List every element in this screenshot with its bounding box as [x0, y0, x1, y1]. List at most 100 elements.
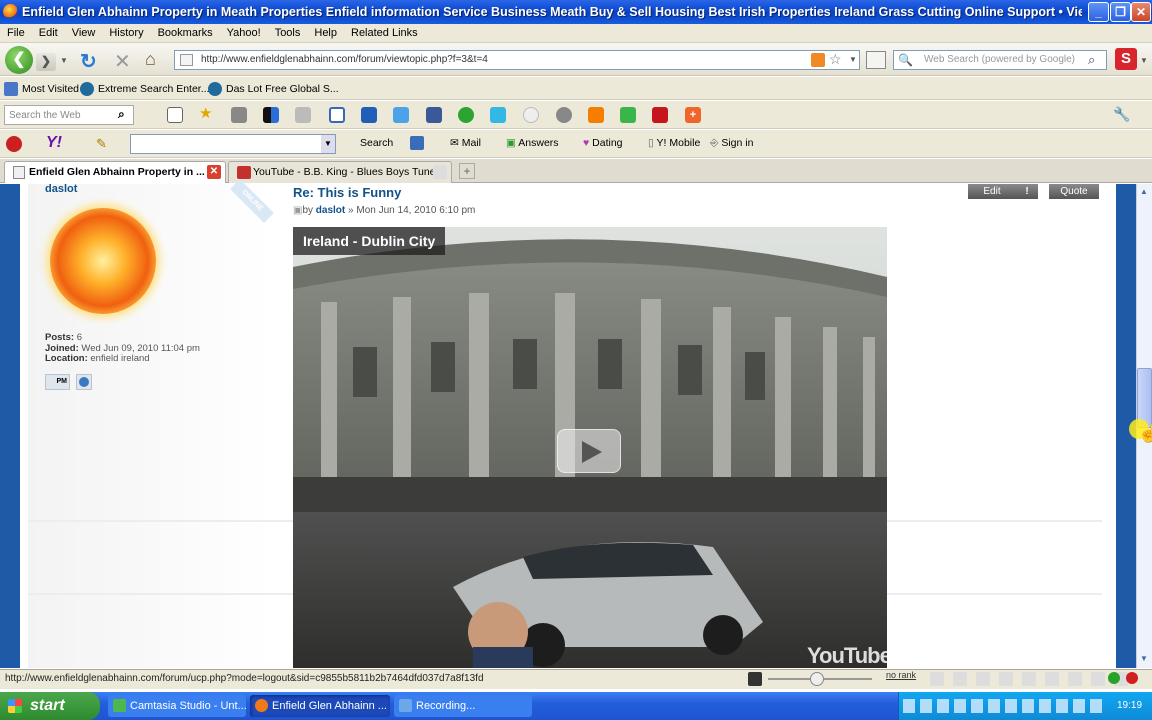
facebook-icon[interactable]	[426, 107, 442, 123]
search-engine-icon[interactable]: 🔍	[898, 53, 913, 67]
butterfly-icon	[208, 82, 222, 96]
url-bar[interactable]: http://www.enfieldglenabhainn.com/forum/…	[174, 50, 860, 70]
maximize-button[interactable]: ❐	[1110, 2, 1131, 22]
post-meta-author[interactable]: daslot	[316, 205, 345, 216]
windows-live-icon[interactable]	[361, 107, 377, 123]
yahoo-search-button[interactable]: Search	[360, 137, 393, 149]
toolbar-search-input[interactable]: Search the Web ⌕	[4, 105, 134, 125]
status-alert-icon	[1126, 672, 1138, 684]
menu-edit[interactable]: Edit	[32, 24, 65, 42]
bookmark-das-lot[interactable]: Das Lot Free Global S...	[208, 82, 339, 96]
post-title[interactable]: Re: This is Funny	[293, 185, 401, 200]
minimize-button[interactable]: _	[1088, 2, 1109, 22]
new-tab-button[interactable]: +	[459, 163, 475, 179]
url-text: http://www.enfieldglenabhainn.com/forum/…	[201, 54, 488, 65]
google-icon[interactable]	[329, 107, 345, 123]
slider-knob-icon[interactable]	[810, 672, 824, 686]
hand-cursor-icon: ☝	[1138, 424, 1152, 443]
wrench-icon[interactable]: 🔧	[1113, 107, 1130, 123]
start-button[interactable]: start	[0, 692, 100, 720]
dating-link[interactable]: ♥ Dating	[583, 137, 623, 149]
menu-help[interactable]: Help	[307, 24, 344, 42]
pm-button[interactable]: PM	[45, 374, 70, 390]
task-recording[interactable]: Recording...	[394, 695, 532, 717]
stumble-icon[interactable]: S	[1115, 48, 1137, 70]
tab-youtube[interactable]: YouTube - B.B. King - Blues Boys Tune	[228, 161, 452, 183]
tab-enfield[interactable]: Enfield Glen Abhainn Property in ... ✕	[4, 161, 226, 183]
search-icon[interactable]: ⌕	[118, 107, 125, 122]
pencil-icon[interactable]: ✎	[96, 136, 107, 152]
add-more-icon[interactable]: +	[685, 107, 701, 123]
addon-icon[interactable]	[748, 672, 762, 686]
stop-icon[interactable]: ✕	[114, 49, 131, 74]
menu-yahoo[interactable]: Yahoo!	[220, 24, 268, 42]
home-icon[interactable]: ⌂	[145, 49, 156, 70]
status-ok-icon	[1108, 672, 1120, 684]
digg-icon[interactable]	[295, 107, 311, 123]
star-icon[interactable]: ★	[199, 106, 215, 123]
video-player[interactable]: Ireland - Dublin City YouTube	[293, 227, 887, 668]
reload-icon[interactable]: ↻	[80, 49, 97, 74]
mail-icon[interactable]	[167, 107, 183, 123]
sign-in-link[interactable]: ⎆ Sign in	[710, 137, 753, 150]
back-button[interactable]: ❮	[5, 46, 33, 74]
profile-details: Posts: 6 Joined: Wed Jun 09, 2010 11:04 …	[45, 332, 200, 364]
mobile-link[interactable]: ▯ Y! Mobile	[648, 137, 700, 149]
history-dropdown-icon[interactable]: ▼	[60, 56, 68, 65]
website-button[interactable]	[76, 374, 92, 390]
menu-history[interactable]: History	[102, 24, 150, 42]
myspace-icon[interactable]	[620, 107, 636, 123]
task-firefox[interactable]: Enfield Glen Abhainn ...	[250, 695, 390, 717]
tab-close-icon[interactable]	[433, 165, 447, 179]
post-author[interactable]: daslot	[45, 183, 77, 195]
close-button[interactable]: ✕	[1131, 2, 1151, 22]
mail-link[interactable]: ✉ Mail	[450, 137, 481, 149]
quote-button[interactable]: Quote	[1049, 184, 1099, 199]
bookmark-star-icon[interactable]: ☆	[829, 51, 842, 68]
delicious-icon[interactable]	[263, 107, 279, 123]
avatar	[50, 208, 156, 314]
dropdown-icon[interactable]: ▼	[321, 135, 335, 153]
url-dropdown-icon[interactable]: ▼	[849, 55, 857, 64]
menu-related-links[interactable]: Related Links	[344, 24, 425, 42]
tray-icons[interactable]	[903, 699, 1103, 713]
addon-dropdown-icon[interactable]: ▼	[1140, 56, 1148, 65]
menu-file[interactable]: File	[0, 24, 32, 42]
play-button[interactable]	[557, 429, 621, 473]
scroll-down-icon[interactable]: ▼	[1140, 654, 1148, 663]
yahoo-y-icon[interactable]: Y!	[46, 134, 62, 152]
page-icon	[180, 54, 193, 66]
yahoo-logo-icon[interactable]	[6, 136, 22, 152]
yahoo-search-input[interactable]: ▼	[130, 134, 336, 154]
status-url: http://www.enfieldglenabhainn.com/forum/…	[5, 673, 484, 684]
blogger-icon[interactable]	[588, 107, 604, 123]
forward-button[interactable]: ❯	[36, 53, 56, 71]
menu-bookmarks[interactable]: Bookmarks	[151, 24, 220, 42]
bookmark-most-visited[interactable]: Most Visited	[4, 82, 79, 96]
shield-icon[interactable]	[410, 136, 424, 150]
reddit-icon[interactable]	[556, 107, 572, 123]
bookmark-extreme-search[interactable]: Extreme Search Enter...	[80, 82, 209, 96]
report-button[interactable]: !	[1016, 184, 1038, 199]
yahoo-buzz-icon[interactable]	[652, 107, 668, 123]
smiley-icon[interactable]	[523, 107, 539, 123]
menu-view[interactable]: View	[65, 24, 103, 42]
stumbleupon-icon[interactable]	[458, 107, 474, 123]
youtube-watermark[interactable]: YouTube	[807, 643, 887, 668]
web-search-box[interactable]: 🔍 Web Search (powered by Google) ⌕	[893, 50, 1107, 70]
menu-tools[interactable]: Tools	[268, 24, 308, 42]
page-action-icon[interactable]	[866, 51, 886, 69]
status-icons[interactable]	[930, 672, 1130, 686]
answers-link[interactable]: ▣ Answers	[506, 137, 559, 149]
rss-icon[interactable]	[811, 53, 825, 67]
twitter-icon[interactable]	[490, 107, 506, 123]
video-title[interactable]: Ireland - Dublin City	[293, 227, 445, 255]
search-go-icon[interactable]: ⌕	[1088, 52, 1095, 68]
edit-button[interactable]: Edit	[968, 184, 1016, 199]
print-icon[interactable]	[231, 107, 247, 123]
addon-toolbar: Search the Web ⌕ ★ + 🔧	[0, 101, 1152, 129]
tab-close-icon[interactable]: ✕	[207, 165, 221, 179]
task-camtasia[interactable]: Camtasia Studio - Unt...	[108, 695, 246, 717]
msn-icon[interactable]	[393, 107, 409, 123]
scroll-up-icon[interactable]: ▲	[1140, 187, 1148, 196]
